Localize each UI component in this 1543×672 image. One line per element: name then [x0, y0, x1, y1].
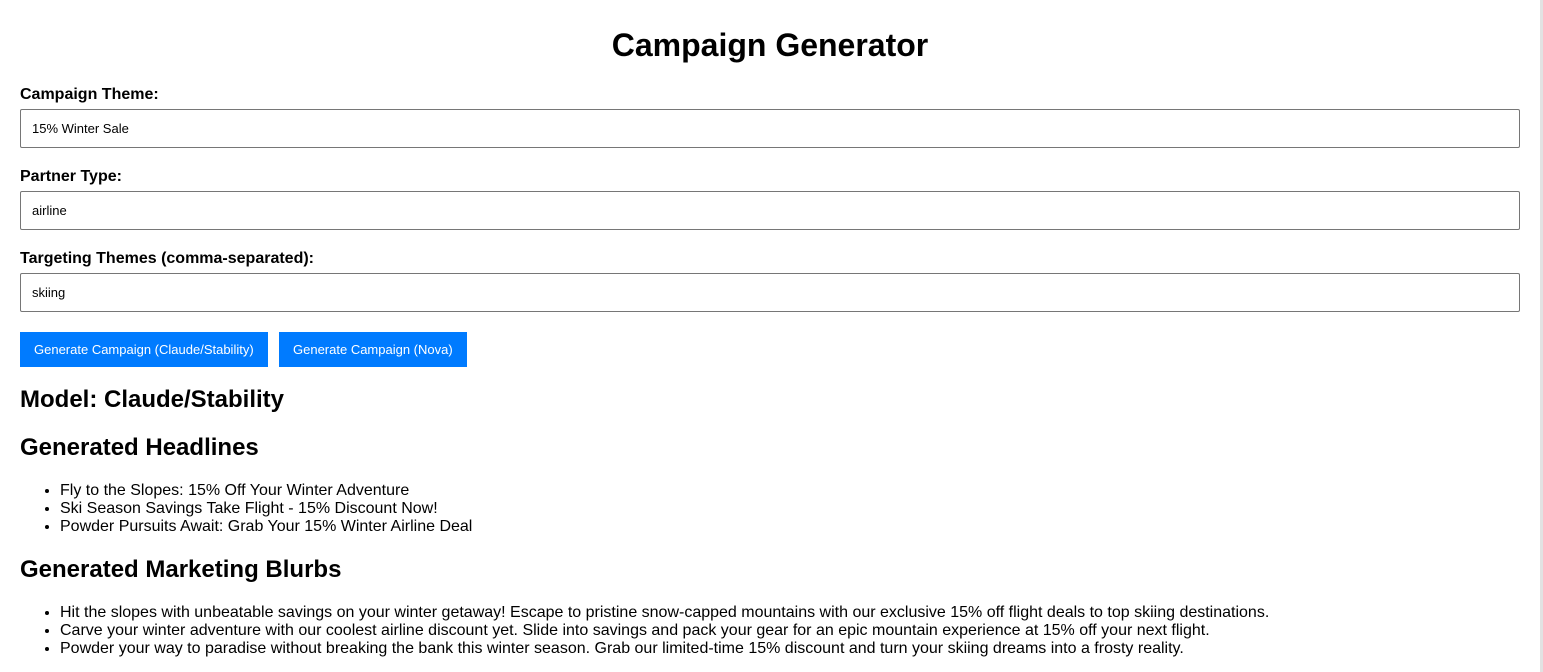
headline-item: Ski Season Savings Take Flight - 15% Dis…: [60, 500, 1520, 518]
page-title: Campaign Generator: [611, 27, 929, 63]
model-heading: Model: Claude/Stability: [20, 386, 285, 413]
campaign-theme-input[interactable]: [20, 109, 1520, 148]
blurbs-list: Hit the slopes with unbeatable savings o…: [20, 604, 1520, 658]
partner-type-label: Partner Type:: [20, 168, 122, 185]
campaign-generator-page: Campaign Generator Campaign Theme: Partn…: [20, 0, 1520, 672]
headlines-list: Fly to the Slopes: 15% Off Your Winter A…: [20, 482, 1520, 536]
targeting-themes-input[interactable]: [20, 273, 1520, 312]
blurb-item: Carve your winter adventure with our coo…: [60, 622, 1520, 640]
headlines-heading: Generated Headlines: [20, 434, 259, 461]
targeting-themes-label: Targeting Themes (comma-separated):: [20, 250, 314, 267]
blurb-item: Hit the slopes with unbeatable savings o…: [60, 604, 1520, 622]
blurbs-heading: Generated Marketing Blurbs: [20, 556, 342, 583]
partner-type-input[interactable]: [20, 191, 1520, 230]
headline-item: Powder Pursuits Await: Grab Your 15% Win…: [60, 518, 1520, 536]
generate-claude-stability-button[interactable]: Generate Campaign (Claude/Stability): [20, 332, 268, 367]
generate-nova-button[interactable]: Generate Campaign (Nova): [279, 332, 467, 367]
headline-item: Fly to the Slopes: 15% Off Your Winter A…: [60, 482, 1520, 500]
campaign-theme-label: Campaign Theme:: [20, 86, 159, 103]
blurb-item: Powder your way to paradise without brea…: [60, 640, 1520, 658]
